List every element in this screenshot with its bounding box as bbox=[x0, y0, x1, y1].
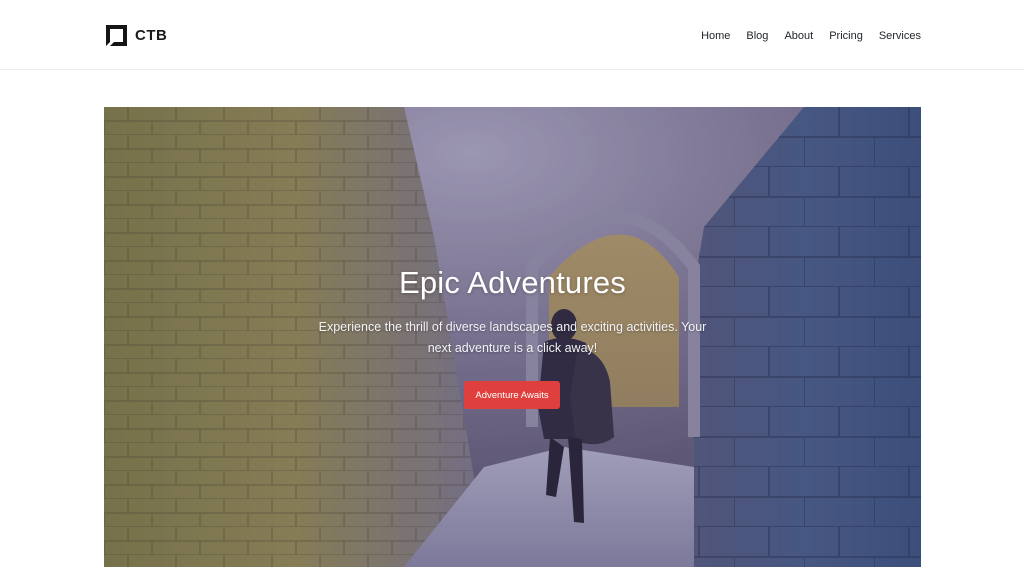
logo-icon bbox=[106, 24, 127, 46]
logo-text: CTB bbox=[135, 26, 168, 44]
logo[interactable]: CTB bbox=[104, 22, 167, 48]
adventure-awaits-button[interactable]: Adventure Awaits bbox=[464, 381, 560, 409]
nav-pricing[interactable]: Pricing bbox=[829, 30, 863, 42]
site-header: CTB Home Blog About Pricing Services bbox=[0, 0, 1024, 70]
hero-subtitle: Experience the thrill of diverse landsca… bbox=[318, 320, 707, 355]
hero-section: Epic Adventures Experience the thrill of… bbox=[104, 107, 921, 567]
nav-services[interactable]: Services bbox=[879, 30, 921, 42]
main-nav: Home Blog About Pricing Services bbox=[685, 26, 921, 45]
nav-blog[interactable]: Blog bbox=[746, 30, 768, 42]
hero-title: Epic Adventures bbox=[398, 265, 627, 300]
nav-about[interactable]: About bbox=[784, 30, 813, 42]
hero-content: Epic Adventures Experience the thrill of… bbox=[104, 107, 921, 567]
nav-home[interactable]: Home bbox=[701, 30, 730, 42]
